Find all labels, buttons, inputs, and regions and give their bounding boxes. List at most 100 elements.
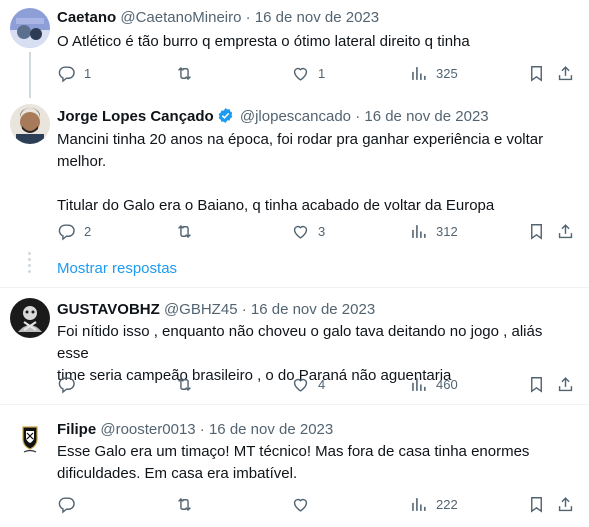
tweet-jorge[interactable]: Jorge Lopes Cançado @jlopescancado · 16 …	[0, 98, 589, 278]
retweet-button[interactable]	[175, 63, 202, 83]
separator: ·	[355, 108, 361, 125]
like-button[interactable]: 3	[291, 221, 325, 241]
like-icon	[293, 67, 308, 81]
bookmark-icon	[531, 496, 542, 513]
views-button[interactable]: 325	[409, 63, 458, 83]
tweet-header: GUSTAVOBHZ @GBHZ45 · 16 de nov de 2023	[57, 300, 375, 320]
like-count: 3	[318, 223, 326, 239]
views-count: 222	[436, 496, 458, 512]
reply-button[interactable]: 2	[57, 221, 91, 241]
share-icon	[558, 376, 573, 391]
bookmark-button[interactable]	[527, 63, 546, 83]
author-name[interactable]: Jorge Lopes Cançado	[57, 108, 214, 125]
reply-icon	[58, 223, 75, 240]
avatar[interactable]	[10, 419, 50, 459]
retweet-icon	[178, 224, 191, 238]
retweet-icon	[178, 377, 191, 391]
bookmark-button[interactable]	[527, 221, 546, 241]
views-icon	[412, 497, 426, 511]
like-count: 4	[318, 376, 326, 392]
retweet-icon	[178, 66, 191, 80]
like-count: 1	[318, 65, 326, 81]
tweet-actions: 2 3 312	[57, 221, 577, 241]
author-handle[interactable]: @CaetanoMineiro	[120, 9, 241, 26]
views-icon	[412, 224, 426, 238]
share-icon	[558, 223, 573, 238]
tweet-filipe[interactable]: Filipe @rooster0013 · 16 de nov de 2023 …	[0, 405, 589, 527]
retweet-icon	[178, 497, 191, 511]
retweet-button[interactable]	[175, 374, 202, 394]
retweet-button[interactable]	[175, 494, 202, 514]
share-button[interactable]	[556, 221, 575, 241]
views-count: 325	[436, 65, 458, 81]
tweet-actions: 222	[57, 494, 577, 514]
avatar[interactable]	[10, 104, 50, 144]
tweet-text: Mancini tinha 20 anos na época, foi roda…	[57, 129, 577, 217]
like-icon	[293, 498, 308, 512]
tweet-date[interactable]: 16 de nov de 2023	[255, 9, 379, 26]
bookmark-icon	[531, 223, 542, 240]
tweet-text: Esse Galo era um timaço! MT técnico! Mas…	[57, 441, 577, 485]
reply-button[interactable]: 1	[57, 63, 91, 83]
tweet-gustavobhz[interactable]: GUSTAVOBHZ @GBHZ45 · 16 de nov de 2023 F…	[0, 288, 589, 403]
reply-button[interactable]	[57, 494, 84, 514]
separator: ·	[245, 9, 251, 26]
like-icon	[293, 378, 308, 392]
bookmark-button[interactable]	[527, 374, 546, 394]
views-count: 312	[436, 223, 458, 239]
author-name[interactable]: Filipe	[57, 421, 96, 438]
tweet-date[interactable]: 16 de nov de 2023	[251, 301, 375, 318]
reply-icon	[58, 496, 75, 513]
share-button[interactable]	[556, 374, 575, 394]
author-handle[interactable]: @GBHZ45	[164, 301, 238, 318]
avatar[interactable]	[10, 8, 50, 48]
avatar[interactable]	[10, 298, 50, 338]
author-handle[interactable]: @jlopescancado	[240, 108, 351, 125]
share-button[interactable]	[556, 63, 575, 83]
show-replies-link[interactable]: Mostrar respostas	[57, 259, 177, 279]
like-button[interactable]	[291, 494, 318, 514]
verified-badge-icon	[218, 108, 232, 123]
author-handle[interactable]: @rooster0013	[100, 421, 195, 438]
tweet-text-line: Titular do Galo era o Baiano, q tinha ac…	[57, 197, 495, 214]
tweet-text-line: dificuldades. Em casa era imbatível.	[57, 465, 298, 482]
share-icon	[558, 65, 573, 80]
separator: ·	[199, 421, 205, 438]
tweet-text-line: Mancini tinha 20 anos na época, foi roda…	[57, 131, 544, 148]
tweet-header: Jorge Lopes Cançado @jlopescancado · 16 …	[57, 107, 489, 127]
tweet-text-line: melhor.	[57, 153, 107, 170]
author-name[interactable]: Caetano	[57, 9, 116, 26]
reply-icon	[58, 65, 75, 82]
bookmark-icon	[531, 65, 542, 82]
tweet-actions: 4 460	[57, 374, 577, 394]
tweet-actions: 1 1 325	[57, 63, 577, 83]
tweet-text-line: O Atlético é tão burro q empresta o ótim…	[57, 33, 470, 50]
like-button[interactable]: 1	[291, 63, 325, 83]
share-icon	[558, 496, 573, 511]
tweet-text-line: Esse Galo era um timaço! MT técnico! Mas…	[57, 443, 530, 460]
like-button[interactable]: 4	[291, 374, 325, 394]
separator: ·	[241, 301, 247, 318]
reply-count: 1	[84, 65, 92, 81]
share-button[interactable]	[556, 494, 575, 514]
tweet-header: Filipe @rooster0013 · 16 de nov de 2023	[57, 420, 333, 440]
bookmark-button[interactable]	[527, 494, 546, 514]
reply-button[interactable]	[57, 374, 84, 394]
reply-count: 2	[84, 223, 92, 239]
author-name[interactable]: GUSTAVOBHZ	[57, 301, 160, 318]
views-count: 460	[436, 376, 458, 392]
tweet-date[interactable]: 16 de nov de 2023	[209, 421, 333, 438]
retweet-button[interactable]	[175, 221, 202, 241]
tweet-date[interactable]: 16 de nov de 2023	[364, 108, 488, 125]
views-icon	[412, 66, 426, 80]
tweet-header: Caetano @CaetanoMineiro · 16 de nov de 2…	[57, 8, 379, 28]
views-button[interactable]: 460	[409, 374, 458, 394]
views-icon	[412, 377, 426, 391]
tweet-text: O Atlético é tão burro q empresta o ótim…	[57, 31, 577, 53]
views-button[interactable]: 312	[409, 221, 458, 241]
views-button[interactable]: 222	[409, 494, 458, 514]
tweet-caetano[interactable]: Caetano @CaetanoMineiro · 16 de nov de 2…	[0, 0, 589, 98]
reply-icon	[58, 376, 75, 393]
tweet-text-line: Foi nítido isso , enquanto não choveu o …	[57, 323, 543, 362]
like-icon	[293, 225, 308, 239]
